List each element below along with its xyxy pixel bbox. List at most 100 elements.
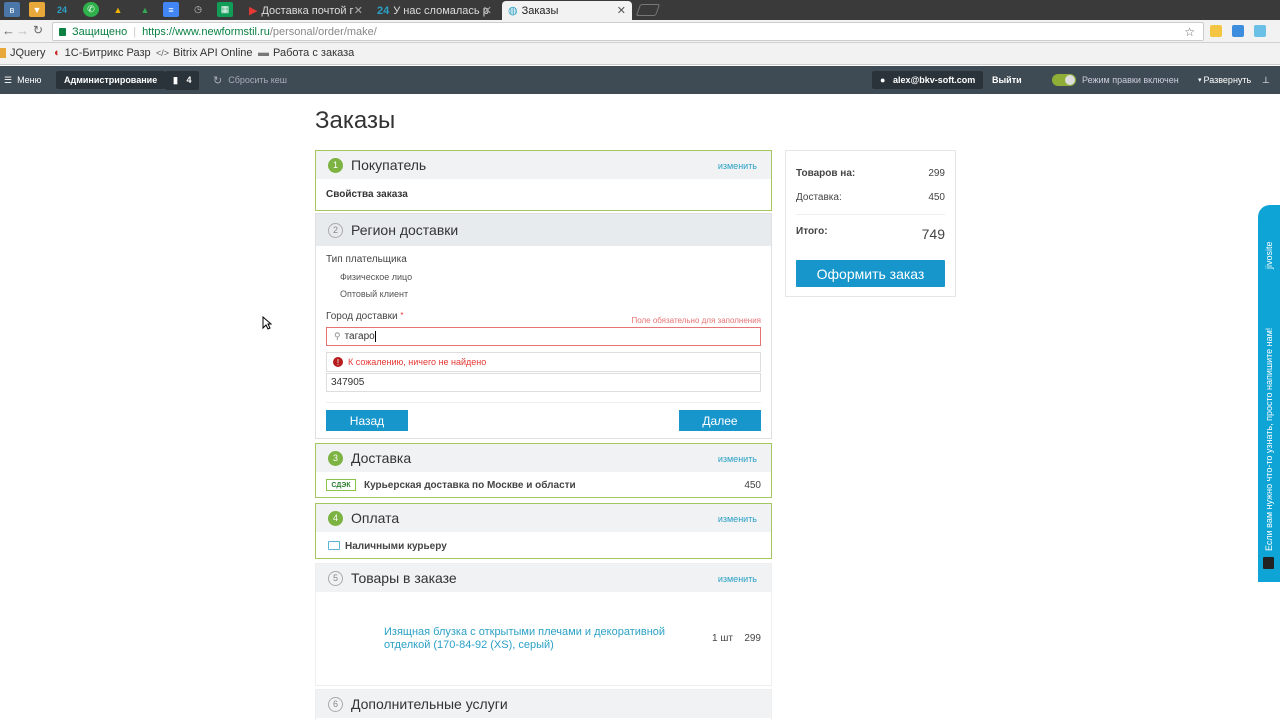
bookmark-orders[interactable]: ▬ Работа с заказа	[258, 47, 354, 59]
hamburger-icon: ☰	[4, 74, 13, 85]
payment-method: Наличными курьеру	[345, 541, 447, 552]
logout-button[interactable]: Выйти	[992, 66, 1022, 94]
refresh-icon: ↻	[213, 74, 223, 87]
payer-option-individual[interactable]: Физическое лицо	[340, 272, 412, 282]
forward-icon[interactable]: →	[16, 23, 29, 38]
back-icon[interactable]: ←	[2, 23, 15, 38]
toggle-switch	[1052, 74, 1076, 86]
step-number: 1	[328, 157, 343, 173]
section-header: 4 Оплата изменить	[316, 504, 771, 532]
step-number: 4	[328, 510, 343, 526]
delivery-price: 450	[744, 480, 761, 491]
browser-tab-bar: в ▼ 24 ✆ ▲ ▲ ≡ ◷ ▦ ▶ Доставка почтой г ✕…	[0, 0, 1280, 20]
wallet-icon	[328, 541, 340, 550]
drive-icon[interactable]: ▲	[110, 2, 126, 17]
tab-orders[interactable]: ◍ Заказы ✕	[502, 1, 632, 20]
section-title: Доставка	[351, 450, 412, 466]
book-icon: ▬	[258, 47, 269, 59]
user-button[interactable]: ● alex@bkv-soft.com	[872, 71, 984, 89]
reset-cache-button[interactable]: ↻ Сбросить кеш	[213, 66, 287, 94]
section-header: 6 Дополнительные услуги	[316, 690, 771, 718]
jivosite-widget[interactable]: jivosite Если вам нужно что-то узнать, п…	[1258, 205, 1280, 582]
divider	[796, 214, 945, 215]
bookmarks-bar: JQuery ◐ 1С-Битрикс Разр </> Bitrix API …	[0, 43, 1280, 65]
step-number: 5	[328, 570, 343, 586]
close-icon[interactable]: ✕	[483, 4, 492, 17]
error-icon: !	[333, 357, 343, 367]
docs-icon[interactable]: ≡	[163, 2, 179, 17]
clock-icon[interactable]: ◷	[190, 2, 206, 17]
youtube-icon: ▶	[249, 5, 258, 17]
place-order-button[interactable]: Оформить заказ	[796, 260, 945, 287]
url-field[interactable]: Защищено | https://www.newformstil.ru /p…	[52, 22, 1204, 41]
folder-icon	[0, 48, 6, 58]
not-found-message: ! К сожалению, ничего не найдено	[326, 352, 761, 372]
zip-field[interactable]: 347905	[326, 373, 761, 392]
bookmark-star-icon[interactable]: ☆	[1184, 25, 1195, 39]
order-summary: Товаров на: 299 Доставка: 450 Итого: 749…	[785, 150, 956, 297]
step-number: 6	[328, 696, 343, 712]
chat-icon	[1263, 557, 1274, 569]
section-header: 1 Покупатель изменить	[316, 151, 771, 179]
tab-broken[interactable]: 24 У нас сломалась р ✕	[371, 1, 498, 20]
bitrix24-icon: 24	[377, 4, 390, 17]
lock-icon	[59, 27, 66, 36]
edit-mode-toggle[interactable]: Режим правки включен	[1052, 66, 1179, 94]
city-label: Город доставки *	[326, 311, 404, 322]
goods-total-row: Товаров на: 299	[796, 168, 945, 179]
jivosite-text: Если вам нужно что-то узнать, просто нап…	[1264, 327, 1274, 551]
text-cursor	[374, 331, 376, 342]
payer-type-label: Тип плательщика	[326, 254, 407, 265]
bookmark-bitrix[interactable]: ◐ 1С-Битрикс Разр	[54, 47, 151, 59]
new-tab-button[interactable]	[635, 4, 661, 16]
extension-icon-2[interactable]	[1232, 25, 1244, 37]
section-title: Дополнительные услуги	[351, 696, 508, 712]
bitrix24-icon[interactable]: 24	[54, 2, 70, 17]
sheets-icon[interactable]: ▦	[217, 2, 233, 17]
section-extra: 6 Дополнительные услуги	[315, 689, 772, 720]
jivosite-brand: jivosite	[1264, 241, 1274, 269]
mail-icon[interactable]: ▼	[29, 2, 45, 17]
extension-icon-3[interactable]	[1254, 25, 1266, 37]
admin-button[interactable]: Администрирование	[56, 71, 166, 89]
order-properties: Свойства заказа	[326, 189, 408, 200]
product-link[interactable]: Изящная блузка с открытыми плечами и дек…	[384, 626, 674, 652]
site-icon: ◍	[508, 5, 518, 17]
city-input[interactable]: ⚲ тагаро	[326, 327, 761, 346]
bookmark-jquery[interactable]: JQuery	[0, 47, 45, 59]
chat-icon: ▮	[173, 74, 178, 85]
next-button[interactable]: Далее	[679, 410, 761, 431]
extension-icon[interactable]	[1210, 25, 1222, 37]
url-path: /personal/order/make/	[269, 25, 377, 38]
change-link[interactable]: изменить	[718, 454, 757, 464]
pin-icon[interactable]: ⊥	[1262, 66, 1270, 94]
section-header: 5 Товары в заказе изменить	[316, 564, 771, 592]
change-link[interactable]: изменить	[718, 514, 757, 524]
tab-delivery[interactable]: ▶ Доставка почтой г ✕	[243, 1, 369, 20]
notifications-button[interactable]: ▮ 4	[165, 70, 200, 90]
vk-icon[interactable]: в	[4, 2, 20, 17]
close-icon[interactable]: ✕	[617, 4, 626, 17]
total-row: Итого: 749	[796, 226, 945, 242]
whatsapp-icon[interactable]: ✆	[83, 2, 99, 17]
tab-label: Доставка почтой г	[261, 4, 354, 17]
drive-icon-2[interactable]: ▲	[137, 2, 153, 17]
step-number: 3	[328, 450, 343, 466]
close-icon[interactable]: ✕	[354, 4, 363, 17]
bookmark-bitrix-api[interactable]: </> Bitrix API Online	[156, 47, 253, 59]
menu-button[interactable]: ☰ Меню	[4, 66, 41, 94]
payer-option-wholesale[interactable]: Оптовый клиент	[340, 289, 408, 299]
change-link[interactable]: изменить	[718, 161, 757, 171]
section-header: 2 Регион доставки	[316, 214, 771, 246]
section-title: Товары в заказе	[351, 570, 457, 586]
step-number: 2	[328, 222, 343, 238]
reload-icon[interactable]: ↻	[33, 23, 43, 37]
user-icon: ●	[880, 75, 886, 85]
expand-button[interactable]: ▾ Развернуть	[1198, 66, 1251, 94]
section-title: Покупатель	[351, 157, 427, 173]
address-bar-row: ← → ↻ Защищено | https://www.newformstil…	[0, 20, 1280, 43]
change-link[interactable]: изменить	[718, 574, 757, 584]
back-button[interactable]: Назад	[326, 410, 408, 431]
secure-label: Защищено	[72, 25, 128, 38]
cdek-logo: СДЭК	[326, 479, 356, 491]
